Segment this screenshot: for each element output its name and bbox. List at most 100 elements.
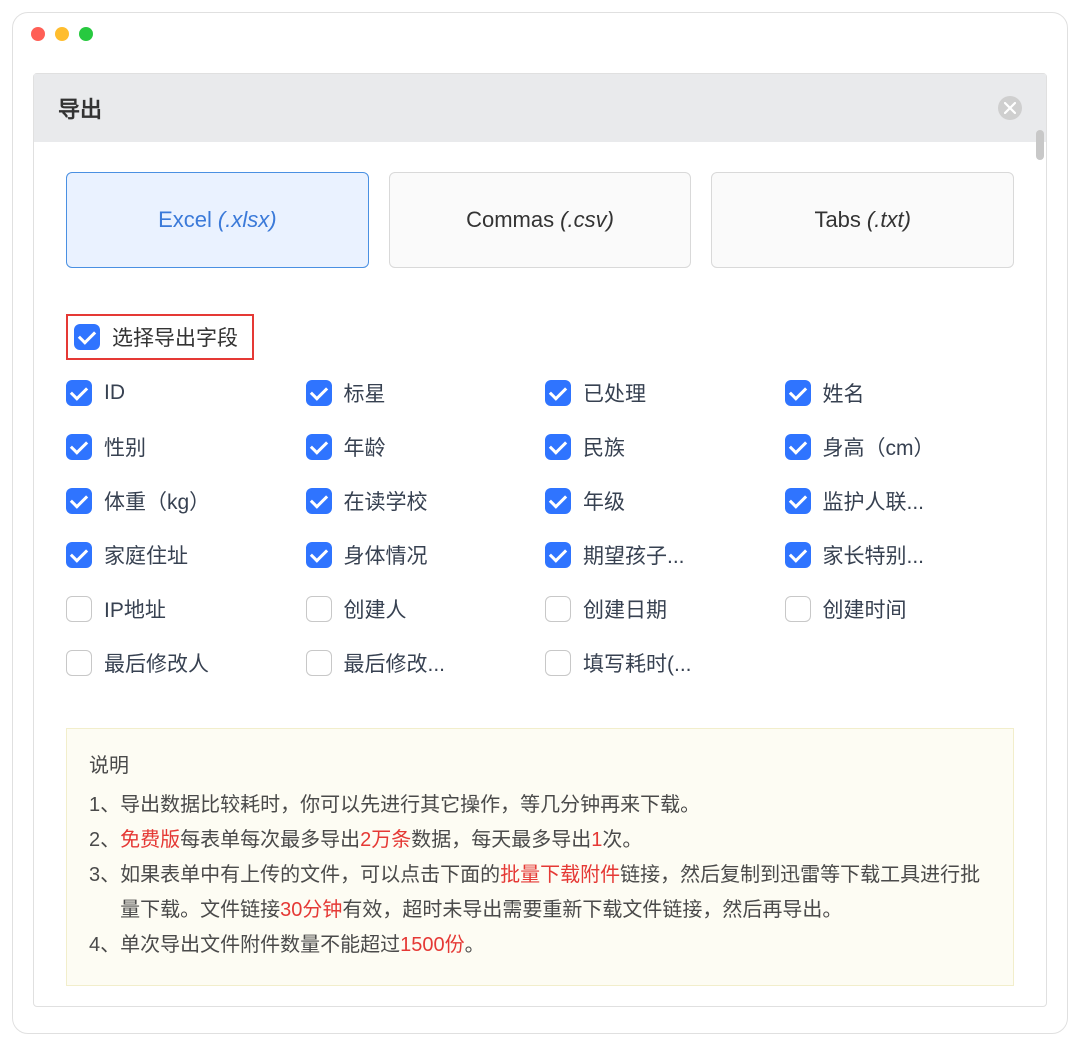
field-label: 监护人联... [823, 486, 925, 516]
field-item[interactable]: ID [66, 378, 296, 408]
field-label: 已处理 [583, 378, 646, 408]
notes-list: 1、导出数据比较耗时，你可以先进行其它操作，等几分钟再来下载。2、免费版每表单每… [89, 788, 991, 963]
field-item[interactable]: 身体情况 [306, 540, 536, 570]
dialog-body: Excel (.xlsx)Commas (.csv)Tabs (.txt) 选择… [34, 142, 1046, 1006]
field-item[interactable]: 姓名 [785, 378, 1015, 408]
notes-title: 说明 [89, 749, 991, 784]
close-icon[interactable] [998, 96, 1022, 120]
field-label: 在读学校 [344, 486, 428, 516]
note-index: 1、 [89, 788, 120, 823]
field-label: 年级 [583, 486, 625, 516]
field-checkbox[interactable] [785, 434, 811, 460]
dialog-header: 导出 [34, 74, 1046, 142]
field-item[interactable]: 创建日期 [545, 594, 775, 624]
field-checkbox[interactable] [545, 650, 571, 676]
window-maximize-dot[interactable] [79, 27, 93, 41]
note-line: 1、导出数据比较耗时，你可以先进行其它操作，等几分钟再来下载。 [89, 788, 991, 823]
select-all-checkbox[interactable] [74, 324, 100, 350]
field-item[interactable]: 家庭住址 [66, 540, 296, 570]
tab-excel[interactable]: Excel (.xlsx) [66, 172, 369, 268]
field-item[interactable]: 创建人 [306, 594, 536, 624]
field-label: IP地址 [104, 594, 166, 624]
export-dialog: 导出 Excel (.xlsx)Commas (.csv)Tabs (.txt)… [33, 73, 1047, 1007]
field-item[interactable]: 已处理 [545, 378, 775, 408]
field-item[interactable]: 创建时间 [785, 594, 1015, 624]
field-checkbox[interactable] [66, 542, 92, 568]
field-checkbox[interactable] [785, 596, 811, 622]
note-text: 如果表单中有上传的文件，可以点击下面的批量下载附件链接，然后复制到迅雷等下载工具… [120, 858, 991, 928]
note-index: 3、 [89, 858, 120, 928]
field-label: 最后修改人 [104, 648, 209, 678]
window-close-dot[interactable] [31, 27, 45, 41]
field-item[interactable]: 在读学校 [306, 486, 536, 516]
field-label: 身体情况 [344, 540, 428, 570]
field-item[interactable]: 家长特别... [785, 540, 1015, 570]
field-item[interactable]: 填写耗时(... [545, 648, 775, 678]
field-checkbox[interactable] [545, 380, 571, 406]
field-label: 创建人 [344, 594, 407, 624]
select-all-label: 选择导出字段 [112, 322, 238, 352]
field-checkbox[interactable] [66, 596, 92, 622]
window-minimize-dot[interactable] [55, 27, 69, 41]
field-checkbox[interactable] [306, 596, 332, 622]
field-item[interactable]: 期望孩子... [545, 540, 775, 570]
field-item[interactable]: 年级 [545, 486, 775, 516]
field-item[interactable]: 监护人联... [785, 486, 1015, 516]
field-checkbox[interactable] [66, 488, 92, 514]
tab-tabs[interactable]: Tabs (.txt) [711, 172, 1014, 268]
field-label: ID [104, 381, 125, 405]
tab-ext: (.txt) [867, 207, 911, 233]
field-checkbox[interactable] [785, 542, 811, 568]
field-checkbox[interactable] [785, 488, 811, 514]
field-checkbox[interactable] [545, 542, 571, 568]
field-label: 民族 [583, 432, 625, 462]
field-label: 性别 [104, 432, 146, 462]
field-item[interactable]: 性别 [66, 432, 296, 462]
field-item[interactable]: 体重（kg） [66, 486, 296, 516]
field-checkbox[interactable] [66, 380, 92, 406]
note-line: 4、单次导出文件附件数量不能超过1500份。 [89, 928, 991, 963]
field-checkbox[interactable] [785, 380, 811, 406]
field-label: 姓名 [823, 378, 865, 408]
field-item[interactable]: 年龄 [306, 432, 536, 462]
field-checkbox[interactable] [545, 434, 571, 460]
field-checkbox[interactable] [306, 488, 332, 514]
field-item[interactable]: 最后修改人 [66, 648, 296, 678]
field-label: 身高（cm） [823, 432, 935, 462]
tab-ext: (.csv) [560, 207, 614, 233]
field-checkbox[interactable] [66, 650, 92, 676]
select-all-row[interactable]: 选择导出字段 [66, 314, 254, 360]
field-label: 最后修改... [344, 648, 446, 678]
titlebar [13, 13, 1067, 55]
field-item[interactable]: 标星 [306, 378, 536, 408]
field-checkbox[interactable] [306, 650, 332, 676]
field-item[interactable]: 最后修改... [306, 648, 536, 678]
field-checkbox[interactable] [306, 542, 332, 568]
field-checkbox[interactable] [545, 596, 571, 622]
format-tabs: Excel (.xlsx)Commas (.csv)Tabs (.txt) [66, 172, 1014, 268]
field-label: 体重（kg） [104, 486, 210, 516]
notes-panel: 说明 1、导出数据比较耗时，你可以先进行其它操作，等几分钟再来下载。2、免费版每… [66, 728, 1014, 986]
dialog-title: 导出 [58, 92, 102, 124]
note-line: 2、免费版每表单每次最多导出2万条数据，每天最多导出1次。 [89, 823, 991, 858]
field-item[interactable]: 身高（cm） [785, 432, 1015, 462]
content-area: 导出 Excel (.xlsx)Commas (.csv)Tabs (.txt)… [13, 55, 1067, 1033]
tab-ext: (.xlsx) [218, 207, 277, 233]
field-label: 家长特别... [823, 540, 925, 570]
field-label: 年龄 [344, 432, 386, 462]
window-frame: 导出 Excel (.xlsx)Commas (.csv)Tabs (.txt)… [12, 12, 1068, 1034]
field-label: 填写耗时(... [583, 648, 692, 678]
field-checkbox[interactable] [306, 380, 332, 406]
field-checkbox[interactable] [66, 434, 92, 460]
field-label: 家庭住址 [104, 540, 188, 570]
field-item[interactable]: IP地址 [66, 594, 296, 624]
note-line: 3、如果表单中有上传的文件，可以点击下面的批量下载附件链接，然后复制到迅雷等下载… [89, 858, 991, 928]
note-index: 4、 [89, 928, 120, 963]
field-item[interactable]: 民族 [545, 432, 775, 462]
note-text: 单次导出文件附件数量不能超过1500份。 [120, 928, 485, 963]
tab-commas[interactable]: Commas (.csv) [389, 172, 692, 268]
field-checkbox[interactable] [545, 488, 571, 514]
field-label: 期望孩子... [583, 540, 685, 570]
fields-grid: ID 标星 已处理 姓名性别 年龄 民族 身高（cm） 体重（kg） 在读学校 年级 监护人联...… [66, 378, 1014, 678]
field-checkbox[interactable] [306, 434, 332, 460]
